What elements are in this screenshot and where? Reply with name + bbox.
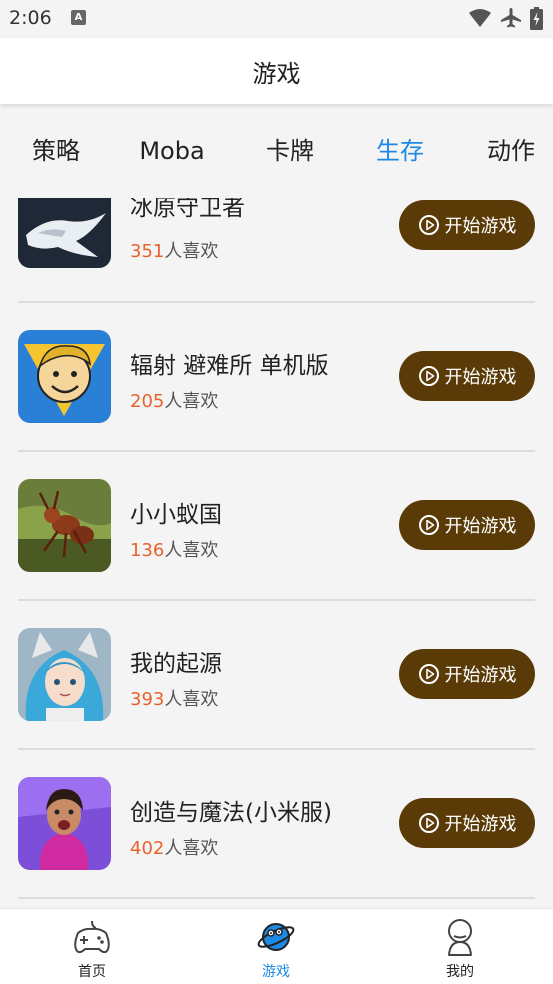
nav-games-label: 游戏 — [262, 964, 290, 980]
likes-count: 393 — [130, 689, 165, 710]
notification-icon: A — [71, 10, 86, 25]
page-title: 游戏 — [252, 59, 301, 88]
tab-action[interactable]: 动作 — [487, 104, 535, 198]
game-title: 辐射 避难所 单机版 — [130, 353, 329, 379]
start-game-button[interactable]: 开始游戏 — [399, 500, 535, 550]
nav-home-label: 首页 — [78, 964, 106, 980]
crow-icon — [18, 198, 111, 268]
likes-count: 351 — [130, 241, 165, 262]
game-title: 创造与魔法(小米服) — [130, 800, 332, 826]
gamepad-icon — [74, 920, 110, 954]
play-circle-icon — [418, 215, 439, 235]
game-likes: 205人喜欢 — [130, 387, 218, 413]
game-likes: 393人喜欢 — [130, 685, 218, 711]
app-header: 游戏 — [0, 38, 553, 104]
start-game-label: 开始游戏 — [444, 216, 517, 237]
game-item[interactable]: 我的起源 393人喜欢 开始游戏 — [0, 600, 553, 750]
likes-suffix: 人喜欢 — [164, 838, 219, 859]
game-title: 小小蚁国 — [130, 502, 222, 528]
game-thumbnail — [18, 628, 111, 721]
bottom-nav: 首页 游戏 我的 — [0, 908, 553, 984]
game-thumbnail — [18, 777, 111, 870]
category-tabs: 策略 Moba 卡牌 生存 动作 — [0, 104, 553, 198]
game-list[interactable]: 冰原守卫者 351人喜欢 开始游戏 辐射 避难所 单机版 205人喜欢 开始游戏 — [0, 198, 553, 908]
status-time: 2:06 — [9, 7, 52, 29]
planet-icon — [257, 923, 295, 951]
play-circle-icon — [418, 515, 439, 535]
anime-girl-icon — [18, 628, 111, 721]
game-item[interactable]: 冰原守卫者 351人喜欢 开始游戏 — [0, 198, 553, 303]
cartoon-woman-icon — [18, 777, 111, 870]
likes-suffix: 人喜欢 — [164, 540, 219, 561]
play-circle-icon — [418, 813, 439, 833]
game-item[interactable]: 辐射 避难所 单机版 205人喜欢 开始游戏 — [0, 302, 553, 452]
tab-moba[interactable]: Moba — [139, 104, 204, 198]
status-icons — [468, 6, 543, 30]
game-title: 我的起源 — [130, 651, 222, 677]
vault-boy-icon — [18, 330, 111, 423]
likes-count: 136 — [130, 540, 165, 561]
game-likes: 351人喜欢 — [130, 237, 218, 263]
likes-suffix: 人喜欢 — [164, 689, 219, 710]
likes-count: 402 — [130, 838, 165, 859]
nav-games[interactable]: 游戏 — [216, 909, 336, 984]
game-item[interactable]: 创造与魔法(小米服) 402人喜欢 开始游戏 — [0, 749, 553, 899]
start-game-button[interactable]: 开始游戏 — [399, 649, 535, 699]
game-likes: 402人喜欢 — [130, 834, 218, 860]
likes-suffix: 人喜欢 — [164, 241, 219, 262]
start-game-button[interactable]: 开始游戏 — [399, 798, 535, 848]
start-game-button[interactable]: 开始游戏 — [399, 200, 535, 250]
tab-strategy[interactable]: 策略 — [32, 104, 80, 198]
nav-home[interactable]: 首页 — [32, 909, 152, 984]
battery-icon — [530, 6, 543, 30]
play-circle-icon — [418, 664, 439, 684]
airplane-icon — [501, 8, 521, 28]
game-title: 冰原守卫者 — [130, 198, 245, 221]
wifi-icon — [469, 9, 491, 27]
user-icon — [448, 919, 472, 956]
start-game-button[interactable]: 开始游戏 — [399, 351, 535, 401]
divider — [18, 897, 535, 899]
game-likes: 136人喜欢 — [130, 536, 218, 562]
start-game-label: 开始游戏 — [444, 814, 517, 835]
nav-mine[interactable]: 我的 — [400, 909, 520, 984]
game-thumbnail — [18, 479, 111, 572]
game-item[interactable]: 小小蚁国 136人喜欢 开始游戏 — [0, 451, 553, 601]
ant-icon — [18, 479, 111, 572]
status-bar: 2:06 A — [0, 0, 553, 38]
tab-survival[interactable]: 生存 — [376, 104, 424, 198]
likes-count: 205 — [130, 391, 165, 412]
play-circle-icon — [418, 366, 439, 386]
start-game-label: 开始游戏 — [444, 367, 517, 388]
likes-suffix: 人喜欢 — [164, 391, 219, 412]
nav-mine-label: 我的 — [446, 964, 474, 980]
start-game-label: 开始游戏 — [444, 516, 517, 537]
tab-card[interactable]: 卡牌 — [266, 104, 314, 198]
game-thumbnail — [18, 330, 111, 423]
start-game-label: 开始游戏 — [444, 665, 517, 686]
game-thumbnail — [18, 198, 111, 268]
